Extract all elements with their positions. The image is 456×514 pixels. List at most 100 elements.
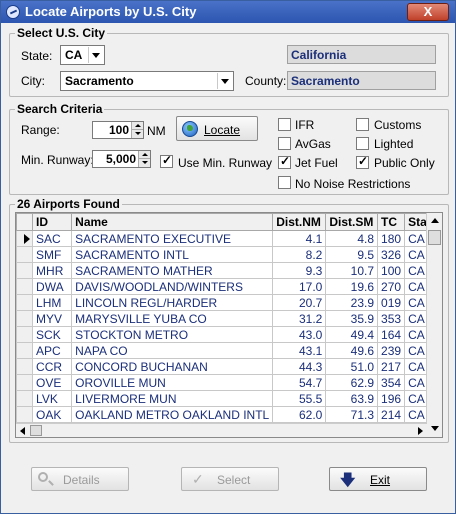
- county-label: County:: [245, 74, 287, 88]
- cell-dist-nm: 4.1: [272, 230, 327, 247]
- globe-icon: [182, 121, 198, 137]
- ifr-checkbox[interactable]: [278, 118, 291, 131]
- column-header-dist-sm[interactable]: Dist.SM: [325, 213, 379, 231]
- table-row[interactable]: MYV MARYSVILLE YUBA CO 31.2 35.9 353 CA: [16, 310, 442, 327]
- scroll-up-icon[interactable]: [431, 218, 439, 223]
- use-min-runway-label: Use Min. Runway: [178, 156, 273, 170]
- spin-up-icon[interactable]: [138, 151, 150, 159]
- scroll-right-icon[interactable]: [418, 427, 423, 435]
- cell-name: DAVIS/WOODLAND/WINTERS: [71, 278, 274, 295]
- select-button[interactable]: ✓ Select: [181, 467, 279, 491]
- cell-id: DWA: [32, 278, 73, 295]
- cell-name: STOCKTON METRO: [71, 326, 274, 343]
- row-selector[interactable]: [16, 358, 34, 375]
- select-button-label: Select: [217, 473, 251, 487]
- cell-id: CCR: [32, 358, 73, 375]
- min-runway-spinner[interactable]: 5,000: [92, 150, 151, 168]
- row-selector[interactable]: [16, 374, 34, 391]
- spin-down-icon[interactable]: [138, 159, 150, 167]
- table-row[interactable]: LVK LIVERMORE MUN 55.5 63.9 196 CA: [16, 390, 442, 407]
- cell-dist-nm: 8.2: [272, 246, 327, 263]
- row-selector[interactable]: [16, 310, 34, 327]
- table-row[interactable]: SCK STOCKTON METRO 43.0 49.4 164 CA: [16, 326, 442, 343]
- row-selector[interactable]: [16, 262, 34, 279]
- jet-fuel-checkbox[interactable]: [278, 154, 291, 169]
- cell-tc: 326: [377, 246, 406, 263]
- cell-tc: 019: [377, 294, 406, 311]
- row-selector[interactable]: [16, 390, 34, 407]
- row-selector[interactable]: [16, 246, 34, 263]
- cell-tc: 353: [377, 310, 406, 327]
- table-row[interactable]: OVE OROVILLE MUN 54.7 62.9 354 CA: [16, 374, 442, 391]
- title-bar[interactable]: Locate Airports by U.S. City X: [1, 1, 455, 23]
- vertical-scrollbar[interactable]: [426, 213, 442, 437]
- cell-name: MARYSVILLE YUBA CO: [71, 310, 274, 327]
- spin-down-icon[interactable]: [131, 130, 143, 138]
- scroll-down-icon[interactable]: [431, 426, 439, 431]
- column-header-dist-nm[interactable]: Dist.NM: [272, 213, 327, 231]
- customs-label: Customs: [374, 118, 422, 132]
- locate-airports-window: Locate Airports by U.S. City X Select U.…: [0, 0, 456, 514]
- magnifier-handle: [48, 480, 54, 486]
- table-row[interactable]: DWA DAVIS/WOODLAND/WINTERS 17.0 19.6 270 CA: [16, 278, 442, 295]
- table-row[interactable]: OAK OAKLAND METRO OAKLAND INTL 62.0 71.3 214…: [16, 406, 442, 423]
- cell-id: SAC: [32, 230, 73, 247]
- column-header-tc[interactable]: TC: [377, 213, 406, 231]
- public-only-checkbox[interactable]: [356, 154, 369, 169]
- row-selector[interactable]: [16, 294, 34, 311]
- cell-id: OAK: [32, 406, 73, 423]
- cell-tc: 180: [377, 230, 406, 247]
- horizontal-scroll-thumb[interactable]: [30, 425, 42, 436]
- exit-button-label: Exit: [370, 473, 391, 487]
- row-selector[interactable]: [16, 342, 34, 359]
- row-selector[interactable]: [16, 406, 34, 423]
- table-row[interactable]: CCR CONCORD BUCHANAN 44.3 51.0 217 CA: [16, 358, 442, 375]
- cell-name: CONCORD BUCHANAN: [71, 358, 274, 375]
- search-criteria-group-title: Search Criteria: [15, 102, 105, 116]
- close-button[interactable]: X: [407, 3, 449, 21]
- current-row-indicator[interactable]: [16, 230, 34, 247]
- scroll-left-icon[interactable]: [20, 427, 25, 435]
- column-header-name[interactable]: Name: [71, 213, 274, 231]
- spin-up-icon[interactable]: [131, 122, 143, 130]
- table-row[interactable]: SAC SACRAMENTO EXECUTIVE 4.1 4.8 180 CA: [16, 230, 442, 247]
- cell-dist-sm: 19.6: [325, 278, 379, 295]
- table-header-row: ID Name Dist.NM Dist.SM TC State: [16, 213, 442, 231]
- column-header-id[interactable]: ID: [32, 213, 73, 231]
- customs-checkbox[interactable]: [356, 118, 369, 131]
- horizontal-scrollbar[interactable]: [16, 423, 427, 437]
- vertical-scroll-thumb[interactable]: [428, 230, 441, 245]
- table-row[interactable]: APC NAPA CO 43.1 49.6 239 CA: [16, 342, 442, 359]
- avgas-checkbox[interactable]: [278, 137, 291, 150]
- airports-grid[interactable]: ID Name Dist.NM Dist.SM TC State SAC SACR…: [15, 212, 443, 438]
- cell-tc: 164: [377, 326, 406, 343]
- exit-button[interactable]: 🡇 Exit: [329, 467, 427, 491]
- row-selector[interactable]: [16, 278, 34, 295]
- state-value: CA: [65, 48, 83, 62]
- city-select[interactable]: Sacramento: [60, 71, 234, 91]
- range-spinner[interactable]: 100: [92, 121, 144, 139]
- cell-tc: 354: [377, 374, 406, 391]
- cell-name: OROVILLE MUN: [71, 374, 274, 391]
- details-button[interactable]: Details: [31, 467, 129, 491]
- cell-dist-nm: 62.0: [272, 406, 327, 423]
- locate-button[interactable]: Locate: [176, 116, 258, 141]
- current-row-arrow-icon: [24, 233, 30, 244]
- cell-dist-nm: 31.2: [272, 310, 327, 327]
- table-row[interactable]: LHM LINCOLN REGL/HARDER 20.7 23.9 019 CA: [16, 294, 442, 311]
- lighted-checkbox[interactable]: [356, 137, 369, 150]
- cell-id: MYV: [32, 310, 73, 327]
- cell-dist-sm: 4.8: [325, 230, 379, 247]
- no-noise-checkbox[interactable]: [278, 176, 291, 189]
- row-selector[interactable]: [16, 326, 34, 343]
- airports-table-body: SAC SACRAMENTO EXECUTIVE 4.1 4.8 180 CA SMF SAC…: [16, 230, 442, 437]
- min-runway-label: Min. Runway:: [21, 153, 94, 167]
- no-noise-label: No Noise Restrictions: [295, 177, 411, 191]
- state-select[interactable]: CA: [60, 45, 105, 65]
- min-runway-value: 5,000: [105, 152, 136, 166]
- table-row[interactable]: MHR SACRAMENTO MATHER 9.3 10.7 100 CA: [16, 262, 442, 279]
- use-min-runway-checkbox[interactable]: [160, 153, 173, 168]
- table-row[interactable]: SMF SACRAMENTO INTL 8.2 9.5 326 CA: [16, 246, 442, 263]
- locate-button-label: Locate: [204, 123, 241, 137]
- cell-dist-sm: 71.3: [325, 406, 379, 423]
